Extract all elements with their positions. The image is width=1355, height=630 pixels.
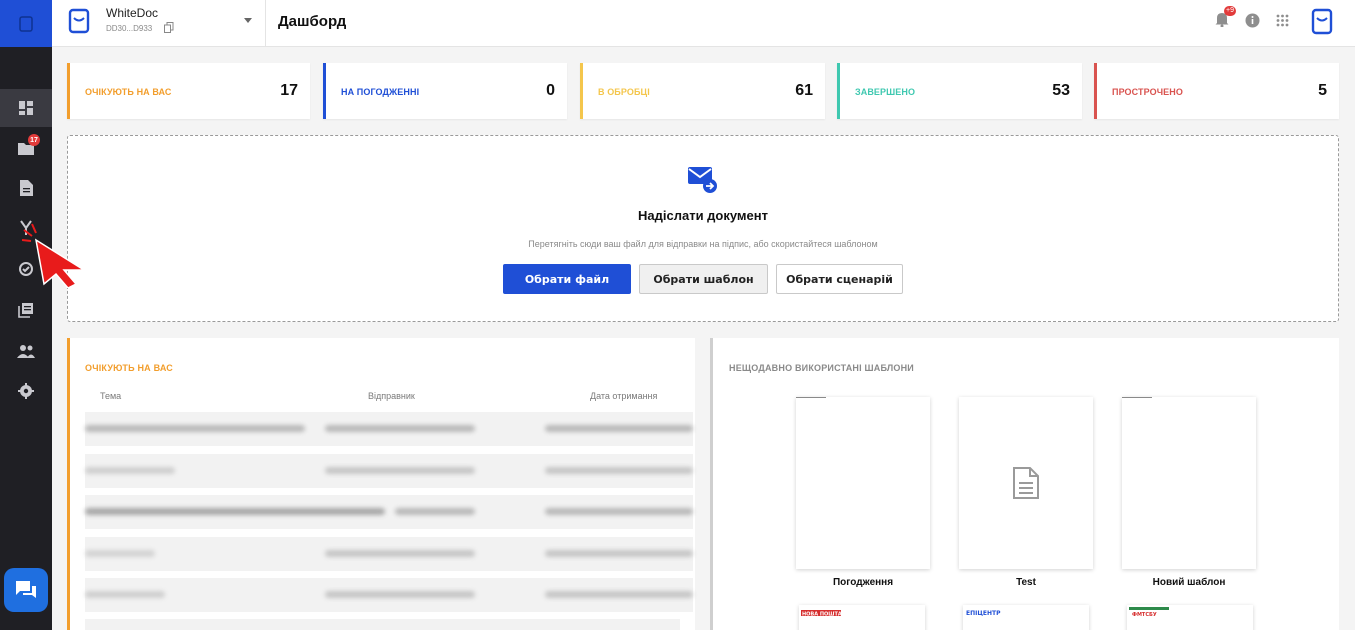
choose-file-button[interactable]: Обрати файл: [503, 264, 631, 294]
table-row[interactable]: [85, 619, 680, 630]
stat-label: ОЧІКУЮТЬ НА ВАС: [85, 87, 172, 97]
template-name: Погодження: [832, 577, 894, 588]
sidebar-item-documents[interactable]: [0, 169, 52, 207]
users-icon: [17, 345, 35, 358]
profile-button[interactable]: [1311, 8, 1333, 40]
template-card[interactable]: ЕПІЦЕНТР: [963, 605, 1089, 630]
templates-title: НЕЩОДАВНО ВИКОРИСТАНІ ШАБЛОНИ: [729, 363, 914, 373]
org-logo-icon: [68, 8, 90, 34]
svg-text:ЕПІЦЕНТР: ЕПІЦЕНТР: [966, 610, 1001, 617]
notification-badge: +9: [1224, 6, 1236, 16]
sidebar-item-dashboard[interactable]: [0, 89, 52, 127]
table-row[interactable]: [85, 537, 693, 571]
apps-button[interactable]: [1276, 14, 1289, 32]
column-header-date[interactable]: Дата отримання: [590, 391, 657, 401]
stat-value: 5: [1318, 82, 1327, 99]
stat-completed[interactable]: ЗАВЕРШЕНО 53: [837, 63, 1082, 119]
library-icon: [18, 303, 33, 318]
table-row[interactable]: [85, 412, 693, 446]
copy-icon[interactable]: [164, 22, 174, 33]
svg-text:НОВА ПОШТА: НОВА ПОШТА: [802, 612, 841, 618]
profile-logo-icon: [1311, 8, 1333, 35]
chat-button[interactable]: [4, 568, 48, 612]
stat-label: В ОБРОБЦІ: [598, 87, 650, 97]
epicentr-logo: ЕПІЦЕНТР: [966, 610, 1001, 617]
choose-template-button[interactable]: Обрати шаблон: [639, 264, 768, 294]
stat-overdue[interactable]: ПРОСТРОЧЕНО 5: [1094, 63, 1339, 119]
sidebar-item-folders[interactable]: 17: [0, 129, 52, 167]
stat-value: 53: [1052, 82, 1070, 99]
doc-logo-icon: [19, 15, 33, 32]
settings-icon: [18, 383, 34, 399]
table-row[interactable]: [85, 578, 693, 612]
stat-value: 61: [795, 82, 813, 99]
page-title: Дашборд: [278, 13, 347, 30]
template-card[interactable]: ФМТСБУ: [1127, 605, 1253, 630]
info-button[interactable]: [1245, 13, 1260, 33]
svg-text:ФМТСБУ: ФМТСБУ: [1132, 612, 1157, 617]
template-name: Новий шаблон: [1152, 577, 1226, 588]
template-name: Test: [1016, 577, 1036, 588]
template-card[interactable]: [959, 397, 1093, 569]
dropzone-title: Надіслати документ: [638, 208, 768, 223]
sidebar-item-settings[interactable]: [0, 372, 52, 410]
chevron-down-icon[interactable]: [244, 18, 252, 23]
send-mail-icon: [688, 167, 717, 193]
document-placeholder-icon: [1013, 467, 1039, 499]
awaiting-panel: ОЧІКУЮТЬ НА ВАС Тема Відправник Дата отр…: [67, 338, 695, 630]
recent-templates-panel: НЕЩОДАВНО ВИКОРИСТАНІ ШАБЛОНИ Погодження…: [710, 338, 1339, 630]
template-card[interactable]: [1122, 397, 1256, 569]
awaiting-title: ОЧІКУЮТЬ НА ВАС: [85, 363, 173, 373]
brand-logo[interactable]: [0, 0, 52, 47]
stat-awaiting[interactable]: ОЧІКУЮТЬ НА ВАС 17: [67, 63, 310, 119]
org-switcher[interactable]: WhiteDoc DD30...D933: [52, 0, 266, 47]
stat-processing[interactable]: В ОБРОБЦІ 61: [580, 63, 825, 119]
dashboard-icon: [19, 101, 33, 115]
folder-badge: 17: [28, 134, 40, 146]
column-header-subject[interactable]: Тема: [100, 391, 121, 401]
dropzone-hint: Перетягніть сюди ваш файл для відправки …: [528, 239, 878, 249]
stat-label: ПРОСТРОЧЕНО: [1112, 87, 1183, 97]
stat-value: 0: [546, 82, 555, 99]
fmtsbu-logo: ФМТСБУ: [1129, 607, 1169, 617]
org-code: DD30...D933: [106, 24, 153, 33]
info-icon: [1245, 13, 1260, 28]
sidebar-item-library[interactable]: [0, 291, 52, 329]
table-row[interactable]: [85, 495, 693, 529]
document-icon: [19, 180, 33, 196]
document-dropzone[interactable]: Надіслати документ Перетягніть сюди ваш …: [67, 135, 1339, 322]
template-card[interactable]: [796, 397, 930, 569]
org-name: WhiteDoc: [106, 6, 159, 20]
stat-value: 17: [280, 82, 298, 99]
apps-grid-icon: [1276, 14, 1289, 27]
choose-scenario-button[interactable]: Обрати сценарій: [776, 264, 903, 294]
top-header: WhiteDoc DD30...D933 Дашборд +9: [52, 0, 1355, 47]
notifications-button[interactable]: +9: [1215, 6, 1236, 32]
template-card[interactable]: НОВА ПОШТА: [799, 605, 925, 630]
stat-approval[interactable]: НА ПОГОДЖЕННІ 0: [323, 63, 567, 119]
stat-label: НА ПОГОДЖЕННІ: [341, 87, 420, 97]
sidebar-item-users[interactable]: [0, 332, 52, 370]
table-row[interactable]: [85, 454, 693, 488]
column-header-sender[interactable]: Відправник: [368, 391, 415, 401]
stat-label: ЗАВЕРШЕНО: [855, 87, 916, 97]
nova-poshta-logo: НОВА ПОШТА: [801, 610, 841, 618]
sidebar: 17: [0, 0, 52, 630]
chat-icon: [16, 581, 36, 598]
red-pointer-cursor-icon: [22, 223, 87, 288]
